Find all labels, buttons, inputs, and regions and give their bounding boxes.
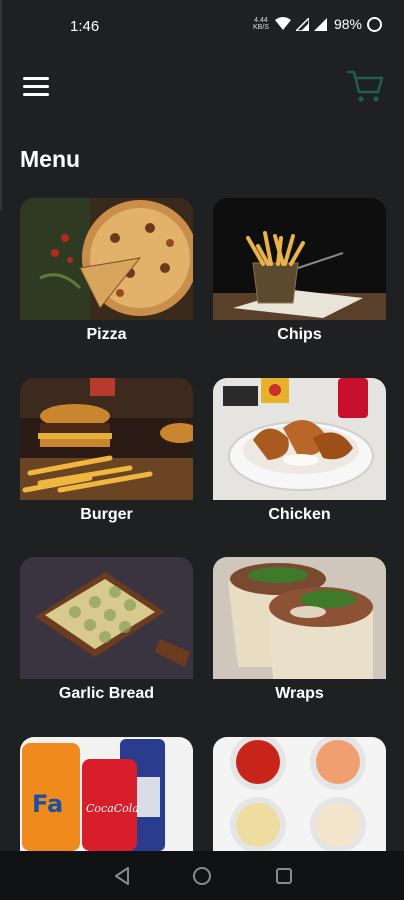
back-icon[interactable]	[112, 865, 134, 887]
recents-icon[interactable]	[273, 865, 295, 887]
wraps-photo	[213, 557, 386, 679]
page-title: Menu	[20, 146, 81, 172]
svg-text:CocaCola: CocaCola	[86, 802, 139, 815]
chips-photo	[213, 198, 386, 320]
menu-item-burger[interactable]: Burger	[20, 378, 193, 524]
cart-icon[interactable]	[346, 66, 386, 106]
status-icons: 4.44 KB/S 98%	[252, 16, 382, 32]
battery-ring-icon	[367, 16, 382, 32]
sauces-photo	[213, 737, 386, 851]
hamburger-icon[interactable]	[23, 77, 51, 99]
burger-photo	[20, 378, 193, 500]
drinks-photo: Fa CocaCola	[20, 737, 193, 851]
drawer-edge	[0, 0, 2, 210]
status-bar: 1:46 4.44 KB/S 98%	[0, 0, 404, 54]
menu-item-label: Pizza	[86, 326, 127, 343]
system-nav-bar	[0, 851, 404, 900]
menu-item-drinks[interactable]: Fa CocaCola	[20, 737, 193, 851]
garlic-bread-photo	[20, 557, 193, 679]
home-icon[interactable]	[191, 865, 213, 887]
signal-icon	[295, 17, 309, 31]
menu-item-label: Burger	[80, 506, 133, 523]
signal-icon	[313, 17, 327, 31]
menu-item-chips[interactable]: Chips	[213, 198, 386, 344]
menu-item-label: Garlic Bread	[58, 685, 155, 702]
chicken-photo	[213, 378, 386, 500]
menu-item-label: Wraps	[275, 685, 324, 702]
status-time: 1:46	[70, 18, 100, 35]
menu-item-pizza[interactable]: Pizza	[20, 198, 193, 344]
menu-item-label: Chips	[277, 326, 322, 343]
svg-text:Fa: Fa	[32, 790, 63, 818]
menu-item-chicken[interactable]: Chicken	[213, 378, 386, 524]
menu-item-sauces[interactable]	[213, 737, 386, 851]
menu-item-wraps[interactable]: Wraps	[213, 557, 386, 703]
network-speed: 4.44 KB/S	[252, 17, 269, 31]
wifi-icon	[274, 17, 291, 30]
pizza-photo	[20, 198, 193, 320]
menu-item-garlic-bread[interactable]: Garlic Bread	[20, 557, 193, 703]
menu-item-label: Chicken	[268, 506, 331, 523]
battery-level: 98%	[333, 16, 362, 32]
